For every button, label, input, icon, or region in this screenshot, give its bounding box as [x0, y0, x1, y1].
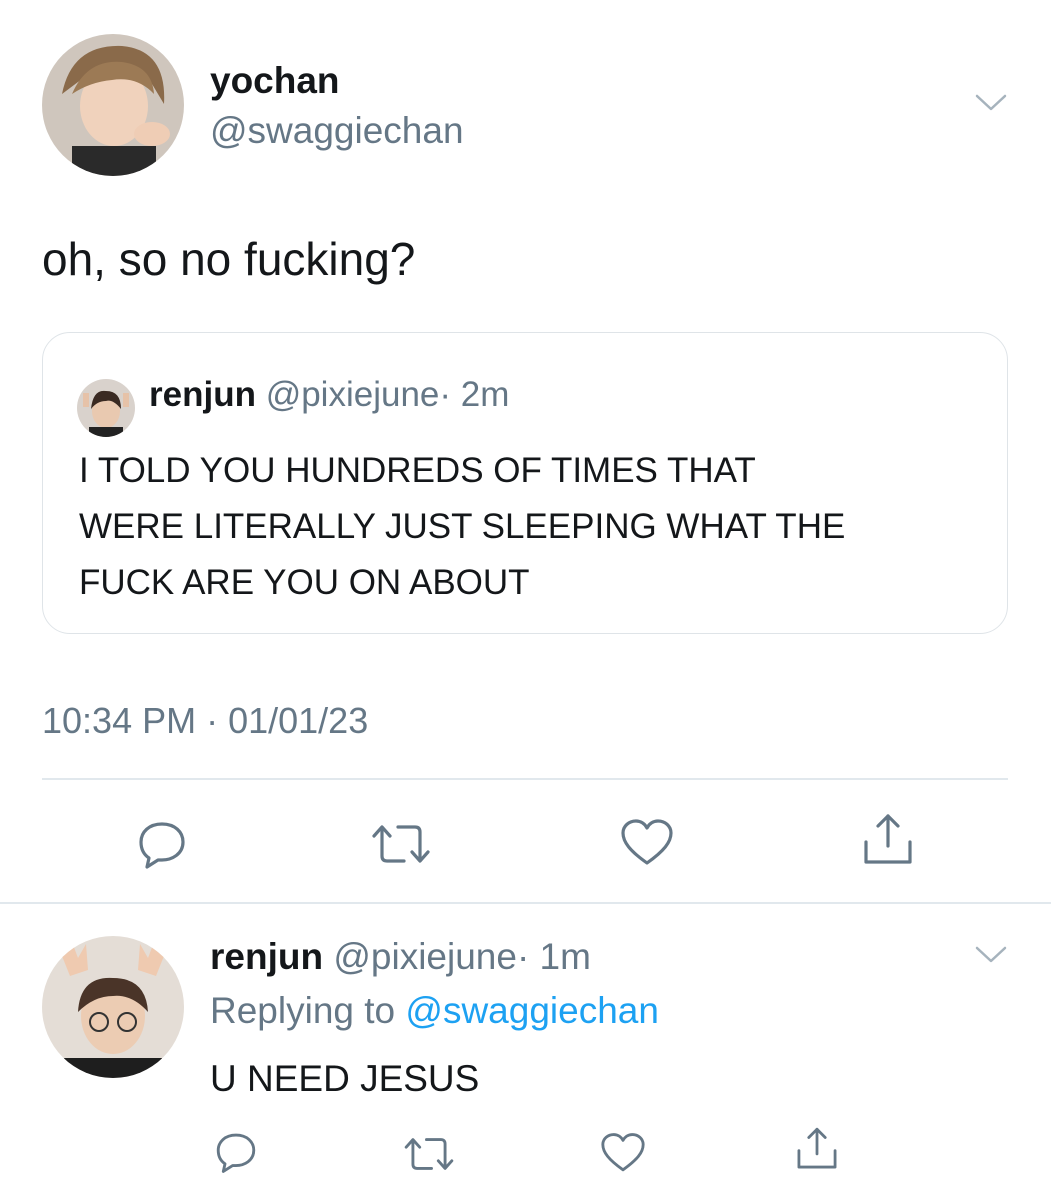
tweet-text: oh, so no fucking?	[42, 233, 416, 285]
reply-header: renjun @pixiejune· 1m	[210, 936, 591, 978]
author-name[interactable]: yochan	[210, 60, 340, 102]
replying-to-line: Replying to @swaggiechan	[210, 990, 659, 1032]
author-handle[interactable]: @swaggiechan	[210, 110, 464, 152]
replying-to-link[interactable]: @swaggiechan	[405, 990, 659, 1031]
quoted-header: renjun @pixiejune· 2m	[149, 375, 509, 415]
quoted-text-line: WERE LITERALLY JUST SLEEPING WHAT THE	[79, 507, 846, 546]
reply-icon[interactable]	[214, 1130, 258, 1174]
reply-author-name[interactable]: renjun	[210, 936, 323, 977]
share-icon[interactable]	[794, 1126, 840, 1172]
chevron-down-icon[interactable]	[974, 944, 1008, 966]
chevron-down-icon[interactable]	[974, 92, 1008, 114]
quoted-tweet-card[interactable]: renjun @pixiejune· 2m I TOLD YOU HUNDRED…	[42, 332, 1008, 634]
retweet-icon[interactable]	[402, 1132, 456, 1176]
quoted-text-line: I TOLD YOU HUNDREDS OF TIMES THAT	[79, 451, 756, 490]
reply-icon[interactable]	[136, 818, 188, 870]
quoted-age: · 2m	[439, 375, 510, 414]
reply-author-handle[interactable]: @pixiejune	[333, 936, 517, 977]
quoted-author-avatar	[77, 379, 135, 437]
share-icon[interactable]	[860, 812, 916, 868]
quoted-text: I TOLD YOU HUNDREDS OF TIMES THAT WERE L…	[79, 443, 845, 611]
like-icon[interactable]	[600, 1132, 646, 1174]
reply-age: · 1m	[516, 936, 591, 977]
divider	[0, 902, 1051, 904]
quoted-text-line: FUCK ARE YOU ON ABOUT	[79, 563, 530, 602]
author-avatar[interactable]	[42, 34, 184, 176]
tweet-timestamp[interactable]: 10:34 PM · 01/01/23	[42, 700, 368, 742]
retweet-icon[interactable]	[370, 818, 432, 870]
divider	[42, 778, 1008, 780]
quoted-author-name[interactable]: renjun	[149, 375, 256, 414]
quoted-author-handle[interactable]: @pixiejune	[266, 375, 440, 414]
reply-author-avatar[interactable]	[42, 936, 184, 1078]
reply-text: U NEED JESUS	[210, 1058, 480, 1099]
like-icon[interactable]	[620, 818, 674, 868]
replying-to-label: Replying to	[210, 990, 396, 1031]
